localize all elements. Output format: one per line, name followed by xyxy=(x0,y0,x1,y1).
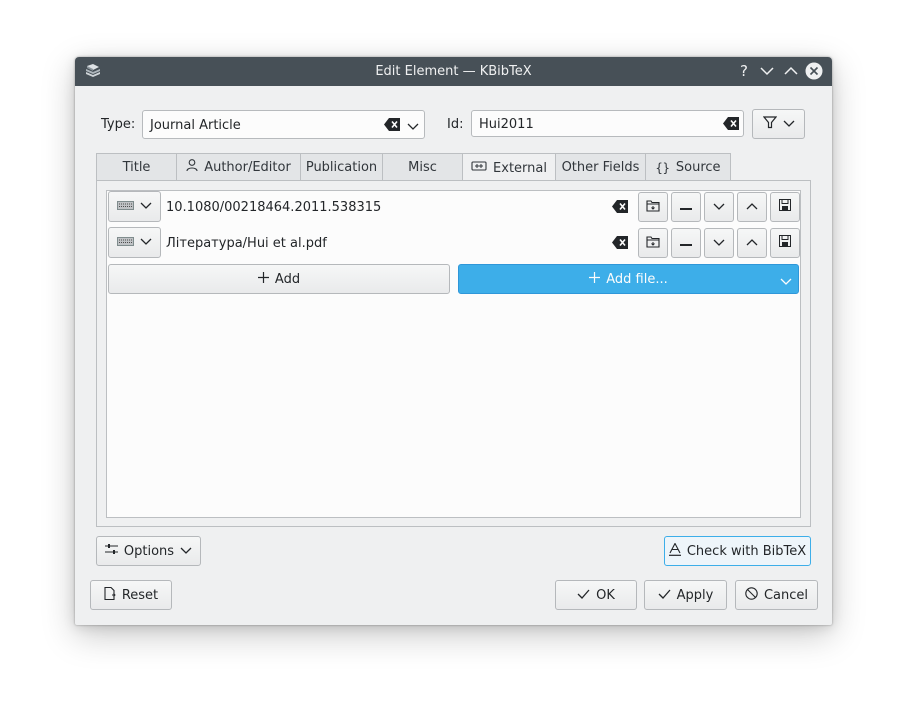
svg-text:?: ? xyxy=(740,62,748,80)
options-label: Options xyxy=(123,543,175,559)
title-bar: Edit Element — KBibTeX ? xyxy=(75,57,832,86)
remove-button[interactable] xyxy=(671,228,701,258)
person-icon xyxy=(186,159,198,176)
row-value[interactable]: 10.1080/00218464.2011.538315 xyxy=(166,200,381,215)
save-icon xyxy=(779,199,791,215)
help-icon[interactable]: ? xyxy=(735,62,753,80)
plus-icon xyxy=(257,271,269,287)
chevron-down-icon[interactable] xyxy=(780,275,792,290)
add-label: Add xyxy=(274,271,301,287)
ok-label: OK xyxy=(596,587,615,603)
apply-label: Apply xyxy=(676,587,714,603)
tab-label: Source xyxy=(675,160,721,175)
checkmark-icon xyxy=(577,588,590,603)
folder-icon xyxy=(646,199,660,216)
chevron-down-icon xyxy=(713,236,725,251)
save-icon xyxy=(779,235,791,251)
plus-icon xyxy=(589,271,601,287)
folder-icon xyxy=(646,235,660,252)
chevron-down-icon xyxy=(180,544,192,559)
minus-icon xyxy=(680,200,692,215)
id-label: Id: xyxy=(447,117,464,132)
window-title: Edit Element — KBibTeX xyxy=(375,64,532,79)
checkmark-icon xyxy=(658,588,671,603)
type-combobox[interactable]: Journal Article xyxy=(142,110,425,139)
tab-external[interactable]: External xyxy=(462,153,556,182)
options-button[interactable]: Options xyxy=(96,536,201,566)
tab-misc[interactable]: Misc xyxy=(382,153,463,181)
tab-other-fields[interactable]: Other Fields xyxy=(555,153,646,181)
move-down-button[interactable] xyxy=(704,228,734,258)
chevron-down-icon xyxy=(140,235,152,250)
tab-source[interactable]: {} Source xyxy=(645,153,731,181)
add-button[interactable]: Add xyxy=(108,264,450,294)
add-file-button[interactable]: Add file... xyxy=(458,264,799,294)
maximize-icon[interactable] xyxy=(782,62,800,80)
minus-icon xyxy=(680,236,692,251)
document-revert-icon xyxy=(104,586,116,604)
chevron-up-icon xyxy=(746,200,758,215)
cancel-button[interactable]: Cancel xyxy=(735,580,818,610)
tab-author-editor[interactable]: Author/Editor xyxy=(176,153,301,181)
keyboard-icon xyxy=(117,199,134,214)
tab-label: Publication xyxy=(305,160,378,175)
remove-button[interactable] xyxy=(671,192,701,222)
field-type-selector[interactable] xyxy=(108,191,161,222)
move-up-button[interactable] xyxy=(737,192,767,222)
check-with-bibtex-button[interactable]: Check with BibTeX xyxy=(664,536,811,566)
sliders-icon xyxy=(104,543,118,559)
open-folder-button[interactable] xyxy=(638,192,668,222)
filter-menu-button[interactable] xyxy=(752,109,805,139)
braces-icon: {} xyxy=(655,160,670,175)
tab-publication[interactable]: Publication xyxy=(300,153,383,181)
tab-label: Other Fields xyxy=(561,160,640,175)
chevron-up-icon xyxy=(746,236,758,251)
save-button[interactable] xyxy=(770,192,800,222)
field-type-selector[interactable] xyxy=(108,227,161,258)
clear-icon[interactable] xyxy=(612,200,628,213)
type-label: Type: xyxy=(101,117,136,132)
filter-icon xyxy=(762,115,777,133)
clear-icon[interactable] xyxy=(384,118,400,131)
reset-label: Reset xyxy=(121,587,159,603)
chevron-down-icon xyxy=(713,200,725,215)
ok-button[interactable]: OK xyxy=(555,580,637,610)
chevron-down-icon xyxy=(140,199,152,214)
apply-button[interactable]: Apply xyxy=(644,580,727,610)
cancel-label: Cancel xyxy=(763,587,809,603)
open-folder-button[interactable] xyxy=(638,228,668,258)
tab-label: Author/Editor xyxy=(204,160,291,175)
type-value: Journal Article xyxy=(150,118,241,133)
reset-button[interactable]: Reset xyxy=(90,580,172,610)
move-down-button[interactable] xyxy=(704,192,734,222)
id-input[interactable]: Hui2011 xyxy=(471,110,744,137)
clear-icon[interactable] xyxy=(612,236,628,249)
chevron-down-icon xyxy=(783,117,795,132)
save-button[interactable] xyxy=(770,228,800,258)
check-label: Check with BibTeX xyxy=(686,543,807,559)
chevron-down-icon[interactable] xyxy=(407,120,419,135)
tab-label: External xyxy=(493,160,547,176)
minimize-icon[interactable] xyxy=(758,62,776,80)
id-value: Hui2011 xyxy=(479,117,534,132)
add-file-label: Add file... xyxy=(606,271,668,287)
text-check-icon xyxy=(668,541,681,560)
row-value[interactable]: Література/Hui et al.pdf xyxy=(166,236,327,251)
edit-element-dialog: Edit Element — KBibTeX ? Type: Journal A… xyxy=(75,57,832,625)
cancel-icon xyxy=(745,586,758,604)
clear-icon[interactable] xyxy=(723,117,739,130)
link-icon xyxy=(471,160,487,176)
tab-title[interactable]: Title xyxy=(96,153,177,181)
keyboard-icon xyxy=(117,235,134,250)
tab-label: Misc xyxy=(408,160,437,175)
close-icon[interactable] xyxy=(805,62,823,80)
move-up-button[interactable] xyxy=(737,228,767,258)
tab-label: Title xyxy=(122,160,151,175)
